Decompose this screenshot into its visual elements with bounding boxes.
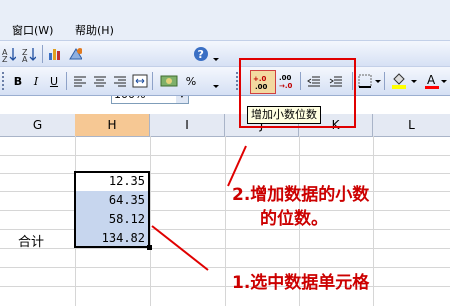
annotation-step1: 1.选中数据单元格 bbox=[232, 273, 370, 293]
annotation-step2-line1: 2.增加数据的小数 bbox=[232, 185, 370, 205]
arrow-line-step1 bbox=[151, 225, 209, 271]
annotation-step2-line2: 的位数。 bbox=[260, 209, 328, 229]
annotation-lines bbox=[151, 145, 247, 271]
